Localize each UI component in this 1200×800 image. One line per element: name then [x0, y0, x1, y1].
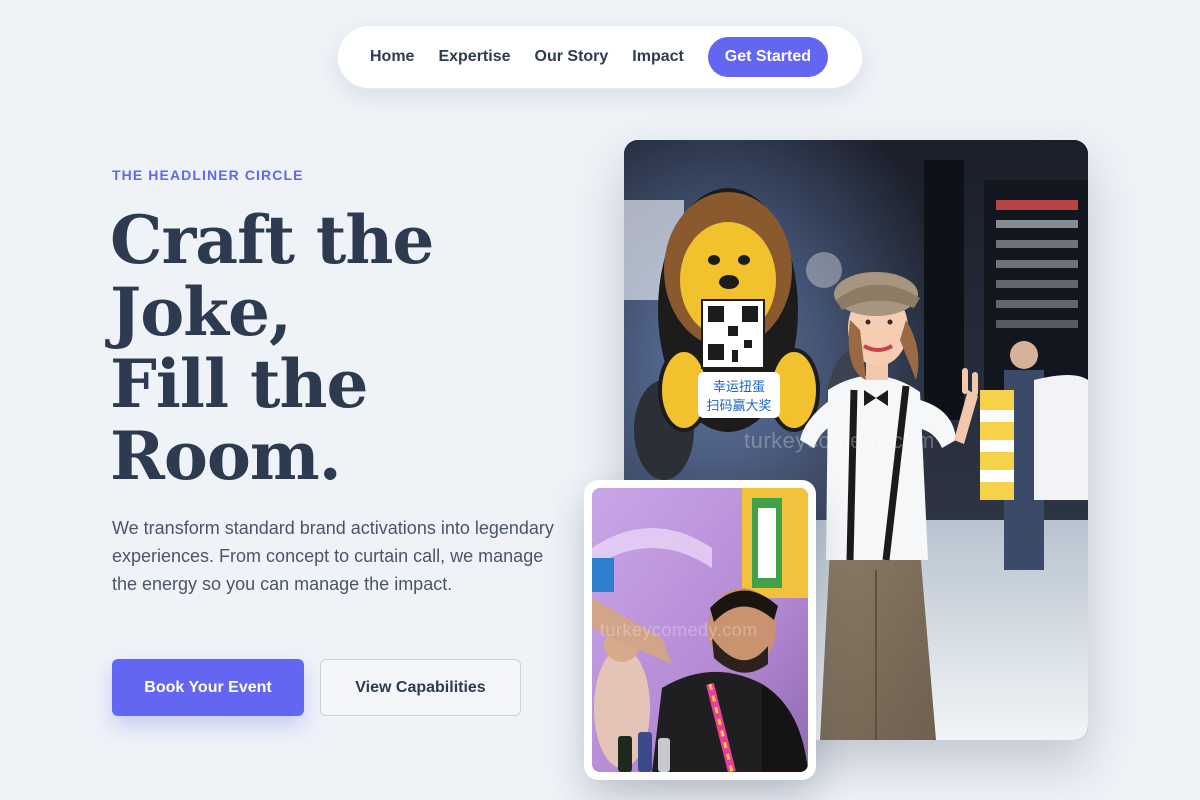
inset-photo-attendee: turkeycomedy.com — [592, 488, 808, 772]
view-capabilities-button[interactable]: View Capabilities — [320, 659, 521, 716]
hero-headline: Craft the Joke, Fill the Room. — [110, 204, 570, 492]
hero-description: We transform standard brand activations … — [112, 518, 554, 594]
sign-text-line-1: 幸运扭蛋 — [713, 380, 765, 395]
top-nav: Home Expertise Our Story Impact Get Star… — [337, 25, 863, 89]
nav-link-home[interactable]: Home — [370, 48, 414, 66]
nav-link-expertise[interactable]: Expertise — [438, 48, 510, 66]
sign-text-line-2: 扫码赢大奖 — [706, 398, 771, 414]
nav-link-impact[interactable]: Impact — [632, 48, 684, 66]
headline-line-3: Fill the — [110, 345, 369, 423]
hero-eyebrow: THE HEADLINER CIRCLE — [112, 167, 304, 183]
headline-line-1: Craft the — [110, 201, 434, 279]
get-started-button[interactable]: Get Started — [707, 37, 828, 77]
nav-link-our-story[interactable]: Our Story — [535, 48, 609, 66]
book-your-event-button[interactable]: Book Your Event — [112, 659, 304, 716]
headline-line-4: Room. — [110, 417, 342, 495]
inset-photo-frame: turkeycomedy.com — [584, 480, 816, 780]
headline-line-2: Joke, — [110, 273, 292, 351]
